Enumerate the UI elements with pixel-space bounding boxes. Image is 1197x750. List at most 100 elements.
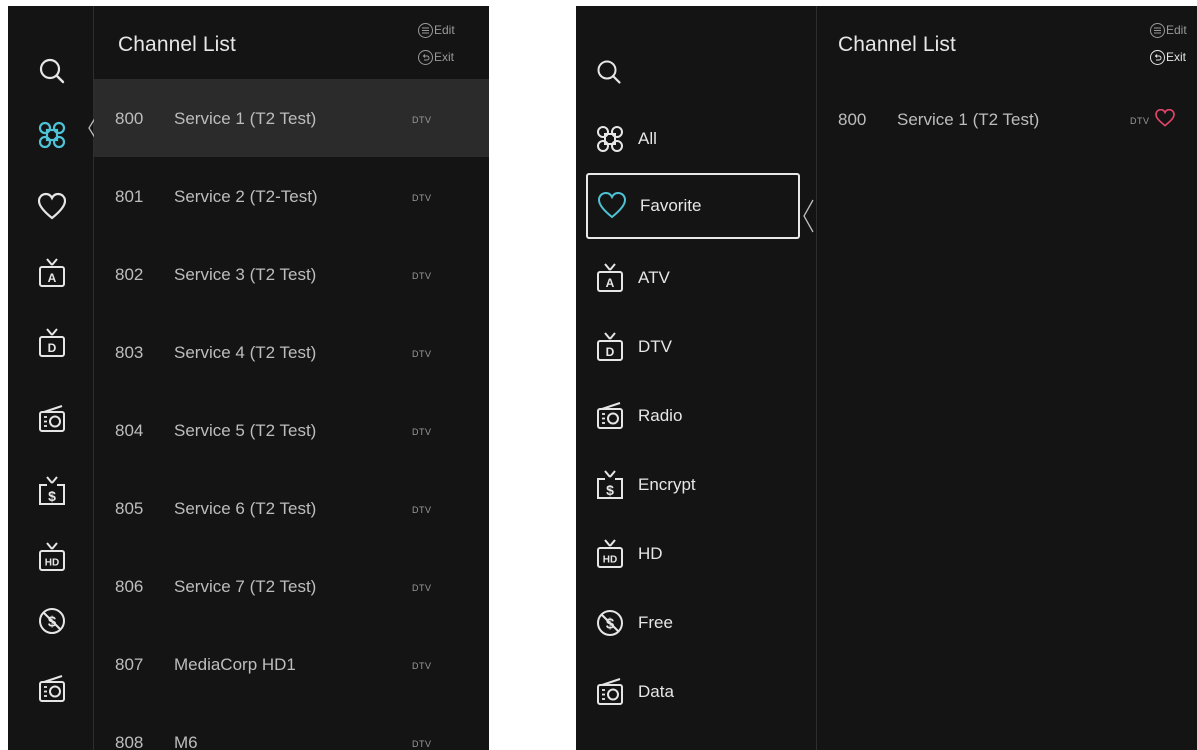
category-label: Encrypt: [638, 475, 696, 494]
exit-label: Exit: [434, 50, 455, 64]
category-label: Favorite: [640, 196, 702, 215]
channel-name: Service 1 (T2 Test): [897, 110, 1040, 129]
svg-text:HD: HD: [45, 558, 59, 569]
channel-type: DTV: [412, 427, 432, 437]
channel-row-active[interactable]: 800 Service 1 (T2 Test) DTV: [94, 79, 489, 157]
category-encrypt[interactable]: $ Encrypt: [586, 456, 800, 514]
edit-hint[interactable]: Edit: [1150, 22, 1187, 38]
exit-hint[interactable]: Exit: [418, 49, 454, 65]
atv-icon[interactable]: A: [38, 258, 66, 288]
channel-name: Service 2 (T2-Test): [174, 187, 318, 206]
category-hd[interactable]: HD HD: [586, 525, 800, 583]
channel-row[interactable]: 804 Service 5 (T2 Test) DTV: [94, 391, 489, 469]
category-label: Free: [638, 613, 673, 632]
search-icon[interactable]: [38, 56, 66, 86]
favorite-icon[interactable]: [38, 192, 66, 222]
edit-label: Edit: [434, 23, 455, 37]
channel-row[interactable]: 807 MediaCorp HD1 DTV: [94, 625, 489, 703]
channel-number: 800: [115, 109, 144, 128]
channel-row[interactable]: 806 Service 7 (T2 Test) DTV: [94, 547, 489, 625]
svg-text:$: $: [606, 482, 614, 498]
channel-name: Service 3 (T2 Test): [174, 265, 317, 284]
category-free[interactable]: $ Free: [586, 594, 800, 652]
hd-icon[interactable]: HD: [38, 542, 66, 572]
channel-name: MediaCorp HD1: [174, 655, 296, 674]
channel-type: DTV: [412, 349, 432, 359]
channel-number: 808: [115, 733, 144, 750]
exit-hint[interactable]: Exit: [1150, 49, 1186, 65]
category-dtv[interactable]: D DTV: [586, 318, 800, 376]
channel-number: 807: [115, 655, 144, 674]
category-data[interactable]: Data: [586, 663, 800, 721]
channel-list-screen-collapsed: A D $ HD $ Channel List Edit Exit 800 Se…: [8, 6, 489, 750]
category-sidebar: All Favorite A ATV D DTV Radio $ Encrypt…: [576, 6, 817, 750]
free-icon: $: [596, 608, 624, 638]
radio-icon: [596, 401, 624, 431]
channel-row[interactable]: 808 M6 DTV: [94, 703, 489, 750]
category-label: All: [638, 129, 657, 148]
menu-icon: [418, 22, 433, 38]
svg-text:A: A: [48, 271, 57, 285]
channel-row[interactable]: 803 Service 4 (T2 Test) DTV: [94, 313, 489, 391]
channel-type: DTV: [412, 193, 432, 203]
radio-icon[interactable]: [38, 404, 66, 434]
data-icon[interactable]: [38, 674, 66, 704]
free-icon[interactable]: $: [38, 606, 66, 636]
channel-type: DTV: [412, 505, 432, 515]
channel-number: 806: [115, 577, 144, 596]
data-icon: [596, 677, 624, 707]
channel-type: DTV: [412, 271, 432, 281]
back-icon: [1150, 49, 1165, 65]
hd-icon: HD: [596, 539, 624, 569]
svg-text:D: D: [48, 341, 57, 355]
category-radio[interactable]: Radio: [586, 387, 800, 445]
all-icon[interactable]: [38, 120, 66, 150]
channel-number: 800: [838, 110, 867, 129]
encrypt-icon: $: [596, 470, 624, 500]
channel-type: DTV: [412, 661, 432, 671]
svg-text:D: D: [606, 345, 615, 359]
channel-name: Service 7 (T2 Test): [174, 577, 317, 596]
channel-type: DTV: [1130, 116, 1150, 126]
channel-name: Service 5 (T2 Test): [174, 421, 317, 440]
channel-row[interactable]: 801 Service 2 (T2-Test) DTV: [94, 157, 489, 235]
page-title: Channel List: [838, 33, 956, 56]
channel-row[interactable]: 802 Service 3 (T2 Test) DTV: [94, 235, 489, 313]
category-label: ATV: [638, 268, 670, 287]
exit-label: Exit: [1166, 50, 1187, 64]
channel-name: Service 4 (T2 Test): [174, 343, 317, 362]
channel-number: 804: [115, 421, 144, 440]
svg-text:$: $: [48, 488, 56, 504]
chevron-left-icon: [802, 199, 814, 233]
category-label: HD: [638, 544, 663, 563]
channel-row[interactable]: 800 Service 1 (T2 Test) DTV: [818, 96, 1197, 140]
svg-text:HD: HD: [603, 555, 617, 566]
svg-text:A: A: [606, 276, 615, 290]
channel-name: Service 6 (T2 Test): [174, 499, 317, 518]
channel-type: DTV: [412, 115, 432, 125]
channel-number: 801: [115, 187, 144, 206]
category-atv[interactable]: A ATV: [586, 249, 800, 307]
edit-hint[interactable]: Edit: [418, 22, 455, 38]
channel-number: 803: [115, 343, 144, 362]
page-title: Channel List: [118, 33, 236, 56]
dtv-icon: D: [596, 332, 624, 362]
channel-number: 802: [115, 265, 144, 284]
channel-type: DTV: [412, 583, 432, 593]
channel-row[interactable]: 805 Service 6 (T2 Test) DTV: [94, 469, 489, 547]
dtv-icon[interactable]: D: [38, 328, 66, 358]
channel-number: 805: [115, 499, 144, 518]
menu-icon: [1150, 22, 1165, 38]
channel-name: Service 1 (T2 Test): [174, 109, 317, 128]
edit-label: Edit: [1166, 23, 1187, 37]
category-favorite[interactable]: Favorite: [586, 173, 800, 239]
category-label: Radio: [638, 406, 683, 425]
favorite-icon: [598, 191, 626, 221]
category-label: DTV: [638, 337, 672, 356]
channel-name: M6: [174, 733, 198, 750]
search-icon[interactable]: [596, 58, 622, 86]
category-all[interactable]: All: [586, 110, 800, 168]
channel-list-screen-expanded: All Favorite A ATV D DTV Radio $ Encrypt…: [576, 6, 1197, 750]
atv-icon: A: [596, 263, 624, 293]
encrypt-icon[interactable]: $: [38, 476, 66, 506]
